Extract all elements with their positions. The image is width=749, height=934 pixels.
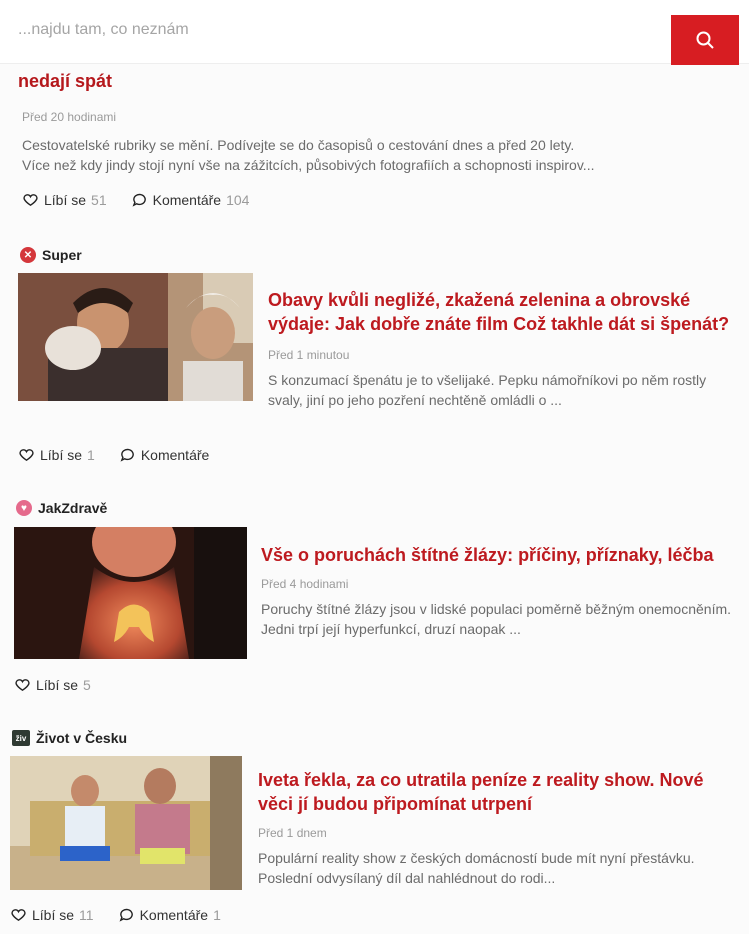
like-button[interactable]: Líbí se 51	[22, 191, 107, 208]
article-image[interactable]	[18, 273, 253, 401]
article-perex: Poruchy štítné žlázy jsou v lidské popul…	[261, 601, 732, 637]
article-title[interactable]: nedají spát	[18, 60, 718, 92]
article-image[interactable]	[10, 756, 242, 890]
like-label: Líbí se	[44, 191, 87, 208]
article-text: Iveta řekla, za co utratila peníze z rea…	[258, 768, 733, 888]
like-button[interactable]: Líbí se 11	[10, 906, 94, 923]
comments-count: 104	[226, 191, 250, 208]
article-actions: Líbí se 51 Komentáře 104	[22, 191, 249, 208]
article-title-text[interactable]: nedají spát	[18, 71, 112, 91]
search-bar	[0, 0, 749, 65]
article-time: Před 20 hodinami	[22, 110, 117, 124]
heart-logo-icon: ♥	[16, 500, 32, 516]
like-label: Líbí se	[40, 446, 83, 463]
comments-button[interactable]: Komentáře	[119, 446, 209, 463]
zivot-logo-icon: živ	[12, 730, 30, 746]
heart-icon	[19, 449, 34, 462]
article-perex: Cestovatelské rubriky se mění. Podívejte…	[22, 135, 722, 175]
article-source[interactable]: ✕ Super	[20, 247, 82, 263]
article-text: Obavy kvůli negližé, zkažená zelenina a …	[268, 288, 733, 410]
article-text: Vše o poruchách štítné žlázy: příčiny, p…	[261, 543, 733, 639]
article-actions: Líbí se 1 Komentáře	[18, 446, 209, 463]
article-source[interactable]: ♥ JakZdravě	[16, 500, 107, 516]
article-time: Před 1 minutou	[268, 348, 350, 362]
like-button[interactable]: Líbí se 5	[14, 676, 91, 693]
article-time: Před 1 dnem	[258, 826, 327, 840]
like-count: 51	[91, 191, 107, 208]
heart-icon	[15, 679, 30, 692]
source-name: Život v Česku	[36, 730, 128, 746]
like-label: Líbí se	[32, 906, 75, 923]
comment-icon	[120, 448, 134, 462]
comment-icon	[119, 908, 133, 922]
source-name: Super	[42, 247, 82, 263]
article-title[interactable]: Vše o poruchách štítné žlázy: příčiny, p…	[261, 543, 733, 567]
perex-line: Cestovatelské rubriky se mění. Podívejte…	[22, 137, 575, 153]
comments-button[interactable]: Komentáře 1	[118, 906, 221, 923]
search-button[interactable]	[671, 15, 739, 65]
source-name: JakZdravě	[38, 500, 108, 516]
article-perex: S konzumací špenátu je to všelijaké. Pep…	[268, 372, 707, 408]
article-image[interactable]	[14, 527, 247, 659]
comments-button[interactable]: Komentáře 104	[131, 191, 250, 208]
article-source[interactable]: živ Život v Česku	[12, 730, 127, 746]
movie-still-image	[18, 273, 253, 401]
perex-line: Více než kdy jindy stojí nyní vše na záž…	[22, 157, 595, 173]
comments-label: Komentáře	[139, 906, 209, 923]
like-count: 11	[79, 906, 94, 923]
article-actions: Líbí se 11 Komentáře 1	[10, 906, 221, 923]
like-button[interactable]: Líbí se 1	[18, 446, 95, 463]
comments-count: 1	[213, 906, 221, 923]
title-cutoff-line	[18, 60, 718, 70]
article-perex: Populární reality show z českých domácno…	[258, 850, 695, 886]
article-time: Před 4 hodinami	[261, 577, 349, 591]
heart-icon	[23, 194, 38, 207]
article-title[interactable]: Iveta řekla, za co utratila peníze z rea…	[258, 768, 733, 816]
reality-show-image	[10, 756, 242, 890]
article-title[interactable]: Obavy kvůli negližé, zkažená zelenina a …	[268, 288, 733, 336]
super-logo-icon: ✕	[20, 247, 36, 263]
comment-icon	[132, 193, 146, 207]
search-icon	[696, 31, 714, 49]
heart-icon	[11, 909, 26, 922]
search-input[interactable]	[18, 12, 658, 48]
thyroid-illustration-image	[14, 527, 247, 659]
comments-label: Komentáře	[140, 446, 210, 463]
like-label: Líbí se	[36, 676, 79, 693]
like-count: 5	[83, 676, 91, 693]
like-count: 1	[87, 446, 95, 463]
comments-label: Komentáře	[152, 191, 222, 208]
article-actions: Líbí se 5	[14, 676, 91, 693]
